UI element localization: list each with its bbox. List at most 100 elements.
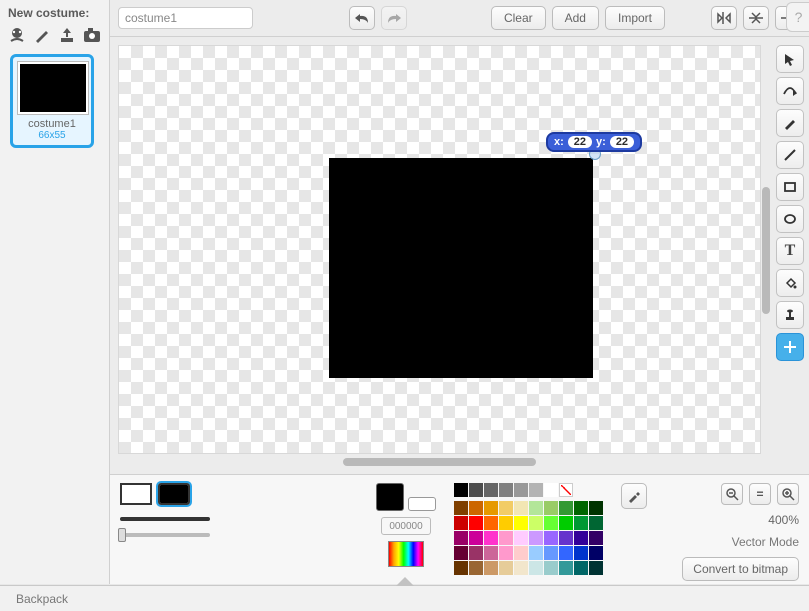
camera-icon[interactable] — [82, 24, 103, 46]
zoom-out-button[interactable] — [721, 483, 743, 505]
palette-swatch[interactable] — [574, 516, 588, 530]
palette-swatch[interactable] — [529, 483, 543, 497]
palette-swatch[interactable] — [469, 516, 483, 530]
palette-swatch[interactable] — [589, 531, 603, 545]
horizontal-scrollbar[interactable] — [118, 458, 761, 466]
palette-swatch[interactable] — [574, 561, 588, 575]
ellipse-tool-icon[interactable] — [776, 205, 804, 233]
palette-swatch[interactable] — [514, 531, 528, 545]
palette-swatch[interactable] — [484, 561, 498, 575]
help-icon[interactable]: ? — [786, 2, 809, 32]
costume-thumbnail[interactable]: costume1 66x55 — [10, 54, 94, 148]
palette-swatch[interactable] — [544, 483, 558, 497]
center-tool-icon[interactable] — [776, 333, 804, 361]
select-tool-icon[interactable] — [776, 45, 804, 73]
outline-mode-swatch[interactable] — [120, 483, 152, 505]
choose-from-library-icon[interactable] — [6, 24, 27, 46]
primary-color-swatch[interactable] — [376, 483, 404, 511]
add-button[interactable]: Add — [552, 6, 599, 30]
palette-swatch[interactable] — [499, 546, 513, 560]
eyedropper-icon[interactable] — [621, 483, 647, 509]
palette-swatch[interactable] — [499, 531, 513, 545]
slider-knob[interactable] — [118, 528, 126, 542]
reshape-tool-icon[interactable] — [776, 77, 804, 105]
palette-swatch[interactable] — [559, 531, 573, 545]
palette-swatch[interactable] — [574, 546, 588, 560]
palette-swatch[interactable] — [454, 516, 468, 530]
palette-swatch[interactable] — [589, 561, 603, 575]
palette-swatch[interactable] — [559, 561, 573, 575]
zoom-reset-button[interactable]: = — [749, 483, 771, 505]
palette-swatch[interactable] — [454, 546, 468, 560]
no-color-swatch[interactable] — [559, 483, 573, 497]
palette-swatch[interactable] — [589, 501, 603, 515]
redo-button[interactable] — [381, 6, 407, 30]
palette-swatch[interactable] — [514, 546, 528, 560]
palette-swatch[interactable] — [544, 501, 558, 515]
text-tool-icon[interactable]: T — [776, 237, 804, 265]
palette-swatch[interactable] — [469, 501, 483, 515]
palette-swatch[interactable] — [454, 561, 468, 575]
palette-swatch[interactable] — [484, 546, 498, 560]
palette-swatch[interactable] — [514, 501, 528, 515]
undo-button[interactable] — [349, 6, 375, 30]
line-width-slider-2[interactable] — [120, 533, 210, 537]
palette-swatch[interactable] — [559, 501, 573, 515]
costume-name-input[interactable] — [118, 7, 253, 29]
zoom-in-button[interactable] — [777, 483, 799, 505]
vertical-scrollbar[interactable] — [762, 187, 770, 314]
palette-swatch[interactable] — [514, 483, 528, 497]
convert-to-bitmap-button[interactable]: Convert to bitmap — [682, 557, 799, 581]
palette-swatch[interactable] — [469, 531, 483, 545]
palette-swatch[interactable] — [499, 561, 513, 575]
palette-swatch[interactable] — [484, 531, 498, 545]
palette-swatch[interactable] — [454, 531, 468, 545]
palette-swatch[interactable] — [469, 546, 483, 560]
palette-swatch[interactable] — [559, 516, 573, 530]
secondary-color-swatch[interactable] — [408, 497, 436, 511]
backpack-expand-icon[interactable] — [396, 577, 414, 586]
fill-tool-icon[interactable] — [776, 269, 804, 297]
palette-swatch[interactable] — [499, 501, 513, 515]
backpack-bar[interactable]: Backpack — [0, 585, 809, 611]
drawing-canvas[interactable]: x: 22 y: 22 — [118, 45, 761, 454]
palette-swatch[interactable] — [544, 531, 558, 545]
palette-swatch[interactable] — [589, 516, 603, 530]
palette-swatch[interactable] — [514, 516, 528, 530]
line-tool-icon[interactable] — [776, 141, 804, 169]
import-button[interactable]: Import — [605, 6, 665, 30]
palette-swatch[interactable] — [484, 516, 498, 530]
filled-mode-swatch[interactable] — [158, 483, 190, 505]
palette-swatch[interactable] — [574, 531, 588, 545]
palette-swatch[interactable] — [559, 546, 573, 560]
palette-swatch[interactable] — [589, 546, 603, 560]
palette-swatch[interactable] — [454, 501, 468, 515]
upload-icon[interactable] — [57, 24, 78, 46]
palette-swatch[interactable] — [529, 516, 543, 530]
vector-rectangle-shape[interactable] — [329, 158, 593, 378]
palette-swatch[interactable] — [484, 501, 498, 515]
flip-horizontal-icon[interactable] — [711, 6, 737, 30]
palette-swatch[interactable] — [469, 561, 483, 575]
palette-swatch[interactable] — [529, 501, 543, 515]
palette-swatch[interactable] — [499, 483, 513, 497]
palette-swatch[interactable] — [529, 531, 543, 545]
pencil-tool-icon[interactable] — [776, 109, 804, 137]
palette-swatch[interactable] — [529, 561, 543, 575]
palette-swatch[interactable] — [529, 546, 543, 560]
clear-button[interactable]: Clear — [491, 6, 546, 30]
palette-swatch[interactable] — [544, 516, 558, 530]
palette-swatch[interactable] — [484, 483, 498, 497]
palette-swatch[interactable] — [454, 483, 468, 497]
duplicate-tool-icon[interactable] — [776, 301, 804, 329]
flip-vertical-icon[interactable] — [743, 6, 769, 30]
palette-swatch[interactable] — [514, 561, 528, 575]
paint-new-icon[interactable] — [31, 24, 52, 46]
palette-swatch[interactable] — [469, 483, 483, 497]
palette-swatch[interactable] — [544, 561, 558, 575]
color-spectrum-picker[interactable] — [388, 541, 424, 567]
palette-swatch[interactable] — [574, 501, 588, 515]
line-width-slider-1[interactable] — [120, 517, 210, 521]
palette-swatch[interactable] — [499, 516, 513, 530]
rectangle-tool-icon[interactable] — [776, 173, 804, 201]
